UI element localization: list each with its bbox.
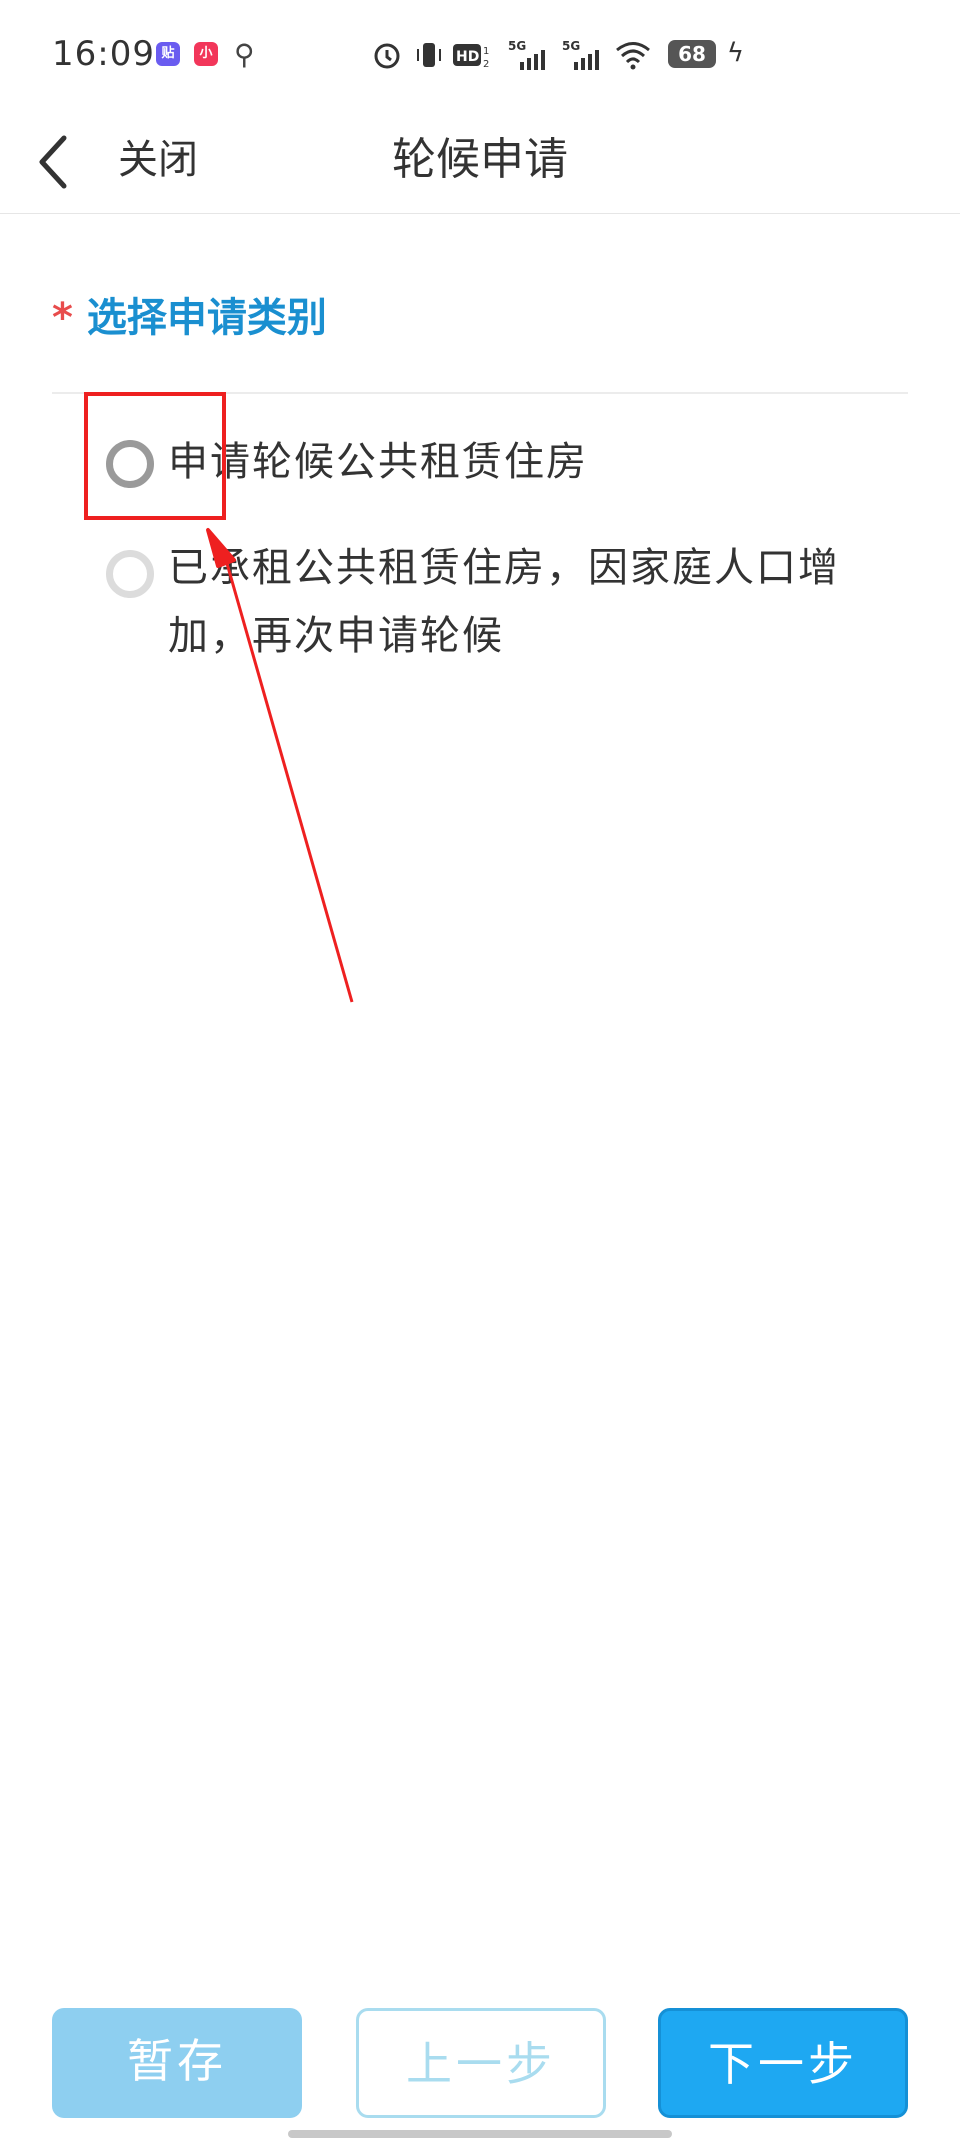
usb-icon: ⚲ (234, 38, 255, 71)
svg-text:2: 2 (483, 59, 489, 70)
home-indicator[interactable] (288, 2130, 672, 2138)
signal-5g-icon: 5G (508, 39, 545, 70)
battery-icon: 68 (668, 40, 716, 68)
charging-icon: ϟ (726, 38, 744, 68)
section-label-text: 选择申请类别 (86, 295, 327, 341)
hd-icon: HD 1 2 (453, 44, 489, 70)
section-label: * 选择申请类别 (52, 288, 327, 348)
wifi-icon (616, 42, 650, 70)
alarm-icon (374, 43, 400, 69)
svg-text:HD: HD (456, 49, 479, 65)
annotation-highlight-box (84, 392, 226, 520)
radio-option-label: 已承租公共租赁住房，因家庭人口增加，再次申请轮候 (168, 545, 840, 659)
status-bar: 16:09 贴 小 ⚲ HD 1 2 5G 5G 68 ϟ (0, 0, 960, 112)
previous-step-button[interactable]: 上一步 (356, 2008, 606, 2118)
vibrate-icon (417, 43, 441, 67)
close-button[interactable]: 关闭 (118, 130, 198, 190)
required-mark: * (52, 295, 73, 341)
radio-button[interactable] (106, 550, 154, 598)
notification-app-icon: 贴 (156, 42, 180, 66)
svg-text:1: 1 (483, 46, 489, 57)
next-step-button[interactable]: 下一步 (658, 2008, 908, 2118)
svg-text:5G: 5G (508, 39, 526, 53)
header: 关闭 轮候申请 (0, 112, 960, 214)
notification-app-icon: 小 (194, 42, 218, 66)
save-draft-button[interactable]: 暂存 (52, 2008, 302, 2118)
svg-text:5G: 5G (562, 39, 580, 53)
chevron-left-icon (39, 135, 67, 189)
radio-option-label: 申请轮候公共租赁住房 (168, 439, 588, 485)
radio-option-reapply-household-increase[interactable]: 已承租公共租赁住房，因家庭人口增加，再次申请轮候 (104, 534, 884, 674)
app-screen: 16:09 贴 小 ⚲ HD 1 2 5G 5G 68 ϟ 关闭 轮候申请 * … (0, 0, 960, 2140)
status-time: 16:09 (52, 34, 155, 74)
back-button[interactable] (16, 126, 88, 198)
signal-5g-icon: 5G (562, 39, 599, 70)
